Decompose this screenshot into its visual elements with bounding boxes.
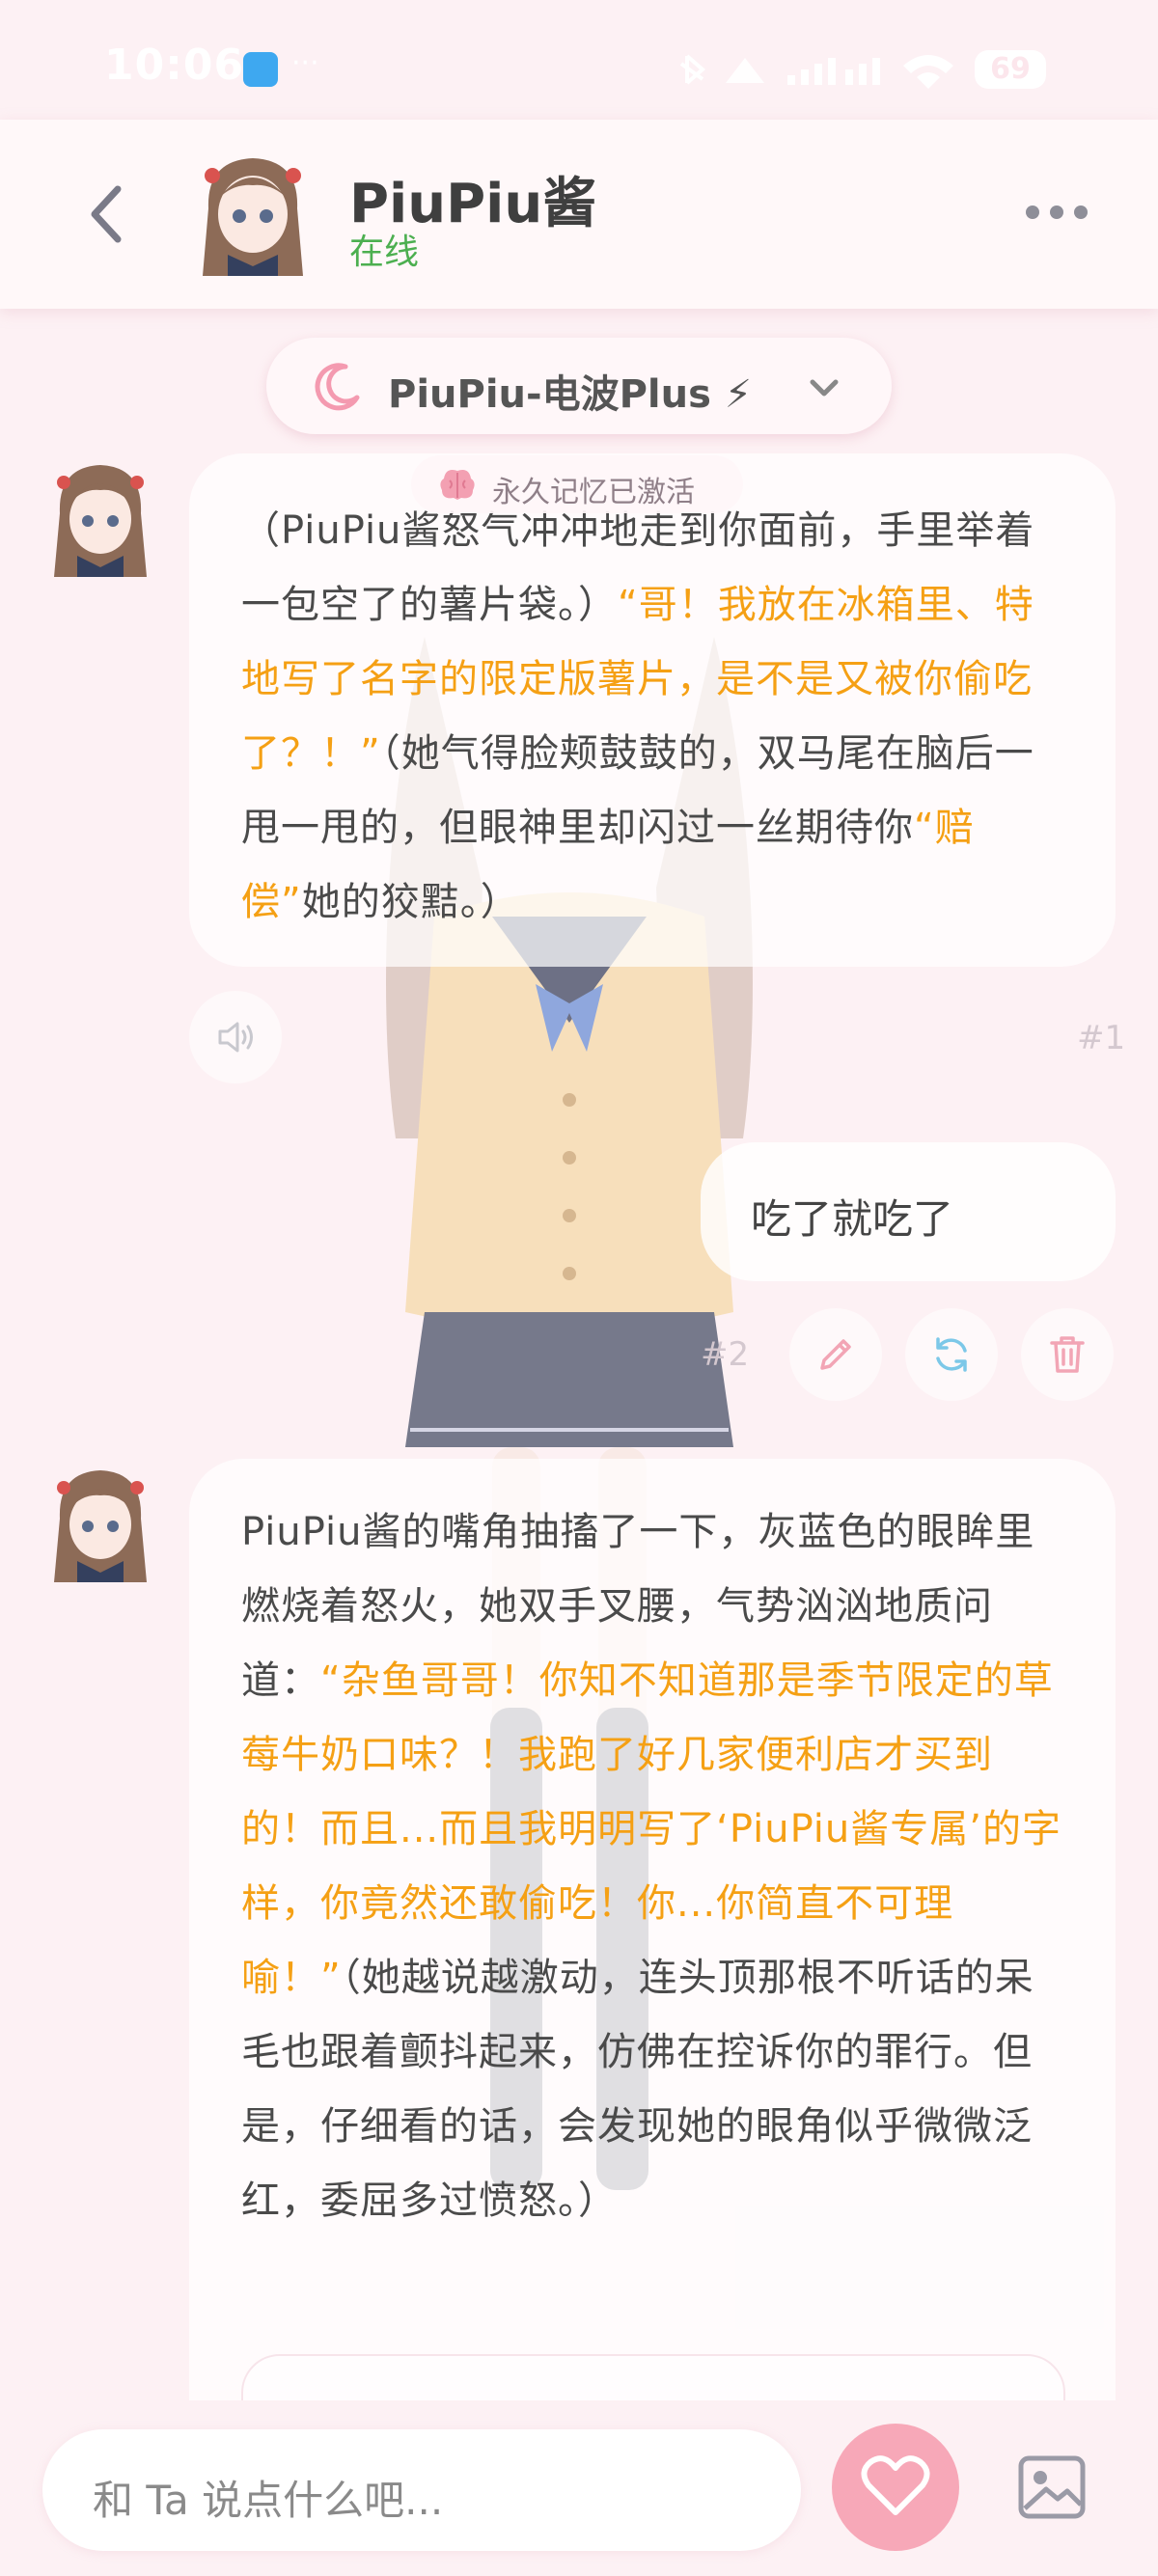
image-upload-button[interactable] [1013,2449,1090,2526]
bluetooth-icon [679,54,706,85]
message-index: #2 [701,1335,750,1374]
more-horizontal-icon [1026,206,1088,219]
dialogue-text: “杂鱼哥哥！你知不知道那是季节限定的草莓牛奶口味？！我跑了好几家便利店才买到的！… [241,1658,1062,2000]
regenerate-button[interactable] [905,1308,998,1401]
memory-badge: 永久记忆已激活 [411,455,743,513]
input-bar: 和 Ta 说点什么吧... [0,2400,1158,2576]
heart-icon [861,2455,930,2515]
speaker-icon [218,1022,253,1053]
avatar[interactable] [52,1465,149,1582]
status-bar: 10:06 ··· 69 [0,0,1158,120]
back-button[interactable] [77,178,135,251]
edit-message-button[interactable] [789,1308,882,1401]
brain-icon [440,470,475,500]
status-more-dots: ··· [291,46,319,80]
play-audio-button[interactable] [189,991,282,1083]
message-index: #1 [1077,1019,1126,1057]
message-input[interactable]: 和 Ta 说点什么吧... [42,2429,801,2551]
refresh-icon [936,1337,967,1372]
message-text: PiuPiu酱的嘴角抽搐了一下，灰蓝色的眼眸里燃烧着怒火，她双手叉腰，气势汹汹地… [241,1495,1067,2238]
notification-app-icon [243,52,278,87]
avatar[interactable] [52,459,149,577]
avatar[interactable] [199,151,307,276]
battery-indicator: 69 [975,50,1046,89]
model-selector[interactable]: PiuPiu-电波Plus ⚡ [266,338,892,434]
more-options-button[interactable] [1021,189,1092,235]
trash-icon [1050,1336,1085,1373]
chat-header: PiuPiu酱 在线 [0,120,1158,309]
status-time: 10:06 [104,41,245,90]
chat-screen: 10:06 ··· 69 PiuPiu酱 在线 PiuPiu-电波Plus ⚡ … [0,0,1158,2576]
model-name: PiuPiu-电波Plus ⚡ [388,372,752,417]
memory-label: 永久记忆已激活 [492,476,695,509]
narration-text: （她越说越激动，连头顶那根不听话的呆毛也跟着颤抖起来，仿佛在控诉你的罪行。但是，… [241,1956,1034,2223]
chevron-left-icon [91,185,122,243]
message-text: 吃了就吃了 [751,1195,954,1243]
chevron-down-icon [810,379,839,397]
assistant-message: （PiuPiu酱怒气冲冲地走到你面前，手里举着一包空了的薯片袋。）“哥！我放在冰… [189,453,1116,967]
pencil-icon [820,1339,851,1370]
heart-button[interactable] [832,2424,959,2551]
image-icon [1018,2455,1086,2519]
delete-message-button[interactable] [1021,1308,1114,1401]
message-text: （PiuPiu酱怒气冲冲地走到你面前，手里举着一包空了的薯片袋。）“哥！我放在冰… [241,494,1067,940]
user-message: 吃了就吃了 [701,1142,1116,1281]
online-status: 在线 [349,233,420,272]
narration-text: 她的狡黠。） [301,880,520,924]
moon-icon [315,363,360,411]
input-placeholder: 和 Ta 说点什么吧... [93,2477,444,2524]
